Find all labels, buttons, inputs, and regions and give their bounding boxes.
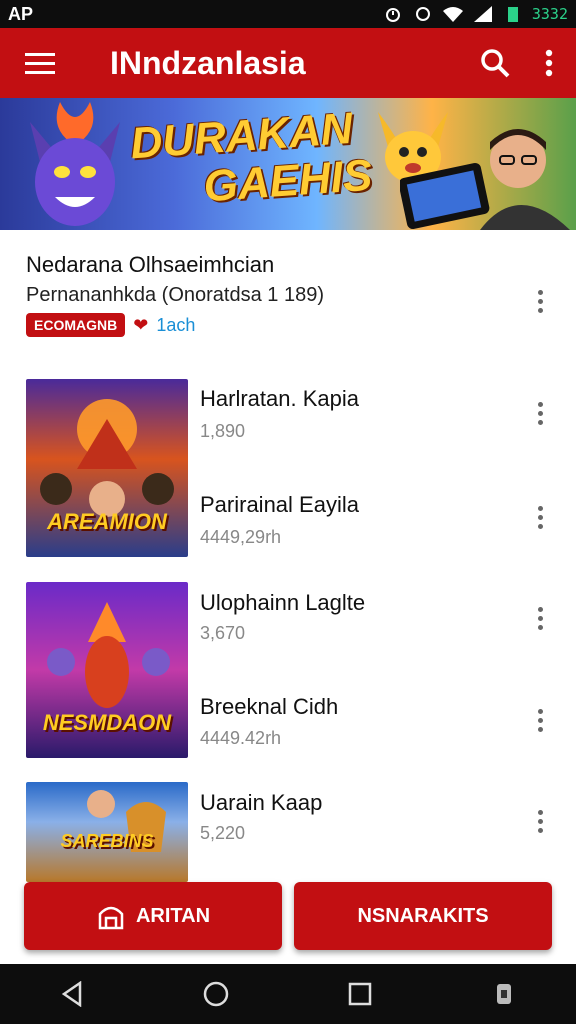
- menu-button[interactable]: [0, 28, 80, 98]
- featured-item[interactable]: Nedarana Olhsaeimhcian Pernananhkda (Ono…: [0, 230, 576, 350]
- game-thumbnail-2[interactable]: NESMDAON: [26, 582, 188, 758]
- left-action-label: ARITAN: [135, 904, 211, 927]
- featured-tags: ECOMAGNB ❤ 1ach: [26, 313, 550, 337]
- status-time: 3332: [531, 5, 568, 23]
- list-item-more-button-4[interactable]: [528, 705, 552, 735]
- status-bar: AP 3332: [0, 0, 576, 28]
- phone-indicator-icon: [497, 984, 511, 1004]
- monster-illustration: [30, 102, 120, 226]
- featured-title: Nedarana Olhsaeimhcian: [26, 252, 275, 277]
- list-item-sub-4: 4449.42rh: [200, 728, 282, 748]
- list-item-title-2[interactable]: Parirainal Eayila: [200, 492, 359, 518]
- featured-subtitle: Pernananhkda (Onoratdsa 1 189): [26, 284, 324, 306]
- status-icons: 3332: [382, 5, 568, 23]
- list-item-more-button-1[interactable]: [528, 398, 552, 428]
- signal-icon: [473, 6, 492, 22]
- list-item-sub-1: 1,890: [200, 421, 246, 441]
- bottom-action-bar: ARITAN NSNARAKITS: [24, 882, 552, 950]
- alarm-icon: [385, 8, 400, 22]
- list-item-more-button-5[interactable]: [528, 806, 552, 836]
- thumbnail-caption-3: SAREBINS: [60, 831, 154, 851]
- battery-icon: [507, 7, 518, 22]
- list-item-more-button-2[interactable]: [528, 502, 552, 532]
- app-bar: INndzanlasia: [0, 28, 576, 98]
- menu-icon: [25, 53, 55, 74]
- back-button[interactable]: [42, 964, 102, 1024]
- thumbnail-caption-1: AREAMION: [47, 509, 167, 534]
- home-icon: [203, 981, 229, 1007]
- right-action-button[interactable]: NSNARAKITS: [294, 882, 552, 950]
- list-item-more-button-3[interactable]: [528, 603, 552, 633]
- heart-icon[interactable]: ❤: [133, 315, 148, 336]
- game-thumbnail-3[interactable]: SAREBINS: [26, 782, 188, 882]
- featured-tag-badge: ECOMAGNB: [26, 313, 126, 337]
- list-item-title-4[interactable]: Breeknal Cidh: [200, 694, 338, 720]
- search-icon: [481, 49, 510, 78]
- right-action-label: NSNARAKITS: [357, 904, 489, 927]
- game-thumbnail-1[interactable]: AREAMION: [26, 379, 188, 557]
- list-item-sub-3: 3,670: [200, 623, 246, 643]
- list-item-title-1[interactable]: Harlratan. Kapia: [200, 386, 359, 412]
- list-item-title-3[interactable]: Ulophainn Laglte: [200, 590, 365, 616]
- person-with-tablet-illustration: [400, 129, 570, 230]
- overflow-menu-button[interactable]: [522, 28, 576, 98]
- status-carrier: AP: [8, 3, 34, 24]
- banner-line-2: GAEHIS: [202, 150, 374, 212]
- list-item-sub-2: 4449,29rh: [200, 527, 282, 547]
- banner-headline: DURAKAN GAEHIS: [129, 104, 374, 216]
- recents-button[interactable]: [330, 964, 390, 1024]
- left-action-button[interactable]: ARITAN: [24, 882, 282, 950]
- recents-icon: [348, 982, 372, 1006]
- wifi-icon: [442, 7, 463, 22]
- thumbnail-caption-2: NESMDAON: [42, 710, 172, 735]
- promo-banner[interactable]: DURAKAN GAEHIS: [0, 98, 576, 230]
- featured-link[interactable]: 1ach: [156, 315, 195, 336]
- system-nav-bar: [0, 964, 576, 1024]
- extra-nav-button[interactable]: [474, 964, 534, 1024]
- sync-icon: [415, 7, 430, 21]
- app-title: INndzanlasia: [110, 44, 306, 81]
- featured-more-button[interactable]: [528, 286, 552, 316]
- back-icon: [61, 981, 82, 1007]
- home-button[interactable]: [186, 964, 246, 1024]
- list-item-sub-5: 5,220: [200, 823, 246, 843]
- more-vert-icon: [545, 49, 553, 77]
- list-item-title-5[interactable]: Uarain Kaap: [200, 790, 322, 816]
- store-icon: [98, 906, 124, 930]
- search-button[interactable]: [468, 28, 522, 98]
